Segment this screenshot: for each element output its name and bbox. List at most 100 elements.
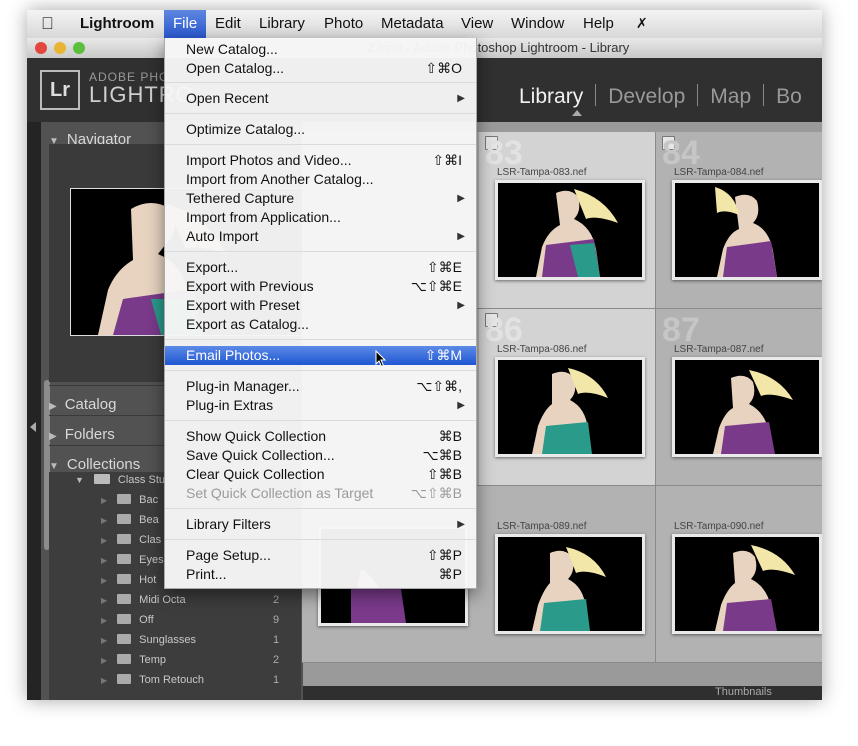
menu-item-import-catalog[interactable]: Import from Another Catalog... bbox=[165, 170, 476, 189]
app-menu[interactable]: Lightroom bbox=[80, 15, 154, 32]
menu-item-optimize-catalog[interactable]: Optimize Catalog... bbox=[165, 120, 476, 139]
collection-item[interactable]: ▶ Midi Octa bbox=[101, 594, 186, 606]
collection-label: Hot bbox=[139, 574, 157, 586]
file-name: LSR-Tampa-084.nef bbox=[674, 167, 764, 178]
grid-cell[interactable]: LSR-Tampa-089.nef bbox=[479, 486, 656, 663]
menu-item-print[interactable]: Print... ⌘P bbox=[165, 565, 476, 584]
menu-library[interactable]: Library bbox=[259, 15, 305, 32]
collection-label: Bac bbox=[139, 494, 159, 506]
collections-label: Collections bbox=[66, 456, 141, 473]
photo-thumbnail bbox=[675, 183, 819, 277]
folders-label: Folders bbox=[64, 426, 115, 443]
menu-item-open-recent[interactable]: Open Recent ▶ bbox=[165, 89, 476, 108]
menu-item-tethered-capture[interactable]: Tethered Capture ▶ bbox=[165, 189, 476, 208]
collection-count: 1 bbox=[273, 634, 280, 646]
menu-item-email-photos[interactable]: Email Photos... ⇧⌘M bbox=[165, 346, 476, 368]
menu-item-auto-import[interactable]: Auto Import ▶ bbox=[165, 227, 476, 246]
collection-set[interactable]: ▼ Class Stu bbox=[75, 474, 165, 486]
file-name: LSR-Tampa-086.nef bbox=[497, 344, 587, 355]
collection-label: Sunglasses bbox=[139, 634, 197, 646]
collections-header[interactable]: ▼ Collections bbox=[49, 456, 140, 473]
collection-icon bbox=[117, 514, 132, 524]
submenu-arrow-icon: ▶ bbox=[457, 519, 465, 530]
collection-item[interactable]: ▶ Eyes bbox=[101, 554, 164, 566]
script-icon[interactable]: ✗ bbox=[636, 15, 648, 32]
menu-item-save-quick-collection[interactable]: Save Quick Collection... ⌥⌘B bbox=[165, 446, 476, 465]
collapse-top-panel-icon[interactable] bbox=[572, 110, 582, 116]
collection-item[interactable]: ▶ Clas bbox=[101, 534, 161, 546]
photo-thumbnail bbox=[675, 537, 819, 631]
menu-item-export[interactable]: Export... ⇧⌘E bbox=[165, 258, 476, 277]
menu-item-plugin-manager[interactable]: Plug-in Manager... ⌥⇧⌘, bbox=[165, 377, 476, 396]
collection-item[interactable]: ▶ Temp bbox=[101, 654, 166, 666]
collection-icon bbox=[117, 654, 132, 664]
menu-window[interactable]: Window bbox=[511, 15, 564, 32]
photo-thumbnail bbox=[498, 537, 642, 631]
module-book[interactable]: Bo bbox=[776, 85, 802, 109]
menu-item-import-photos[interactable]: Import Photos and Video... ⇧⌘I bbox=[165, 151, 476, 170]
collection-icon bbox=[117, 574, 132, 584]
collection-label: Midi Octa bbox=[139, 594, 186, 606]
module-library[interactable]: Library bbox=[519, 85, 583, 109]
menu-photo[interactable]: Photo bbox=[324, 15, 363, 32]
submenu-arrow-icon: ▶ bbox=[457, 231, 465, 242]
collection-item[interactable]: ▶ Hot bbox=[101, 574, 156, 586]
collection-icon bbox=[117, 614, 132, 624]
grid-cell[interactable]: 86 LSR-Tampa-086.nef bbox=[479, 309, 656, 486]
menu-item-new-catalog[interactable]: New Catalog... bbox=[165, 40, 476, 59]
module-map[interactable]: Map bbox=[710, 85, 751, 109]
zoom-icon[interactable] bbox=[73, 42, 85, 54]
menu-item-export-previous[interactable]: Export with Previous ⌥⇧⌘E bbox=[165, 277, 476, 296]
catalog-header[interactable]: ▶ Catalog bbox=[49, 396, 116, 413]
collection-item[interactable]: ▶ Sunglasses bbox=[101, 634, 196, 646]
grid-cell[interactable]: 84 LSR-Tampa-084.nef bbox=[656, 132, 822, 309]
collection-count: 2 bbox=[273, 594, 280, 606]
thumbnail[interactable] bbox=[495, 180, 645, 280]
folders-header[interactable]: ▶ Folders bbox=[49, 426, 115, 443]
menu-item-export-catalog[interactable]: Export as Catalog... bbox=[165, 315, 476, 334]
grid-cell[interactable]: 83 LSR-Tampa-083.nef bbox=[479, 132, 656, 309]
submenu-arrow-icon: ▶ bbox=[457, 93, 465, 104]
collection-item[interactable]: ▶ Off bbox=[101, 614, 154, 626]
submenu-arrow-icon: ▶ bbox=[457, 193, 465, 204]
mouse-pointer-icon bbox=[375, 350, 387, 368]
thumbnail[interactable] bbox=[495, 357, 645, 457]
menu-item-library-filters[interactable]: Library Filters ▶ bbox=[165, 515, 476, 534]
grid-cell[interactable]: LSR-Tampa-090.nef bbox=[656, 486, 822, 663]
submenu-arrow-icon: ▶ bbox=[457, 300, 465, 311]
thumbnail[interactable] bbox=[672, 180, 822, 280]
triangle-right-icon: ▶ bbox=[49, 431, 57, 442]
triangle-down-icon: ▼ bbox=[49, 461, 59, 472]
menu-view[interactable]: View bbox=[461, 15, 493, 32]
thumbnail[interactable] bbox=[672, 357, 822, 457]
triangle-right-icon: ▶ bbox=[49, 401, 57, 412]
collection-item[interactable]: ▶ Bea bbox=[101, 514, 159, 526]
menu-edit[interactable]: Edit bbox=[215, 15, 241, 32]
collection-icon bbox=[117, 674, 132, 684]
grid-cell[interactable]: 87 LSR-Tampa-087.nef bbox=[656, 309, 822, 486]
menu-file[interactable]: File bbox=[164, 10, 207, 38]
menu-metadata[interactable]: Metadata bbox=[381, 15, 444, 32]
menu-item-open-catalog[interactable]: Open Catalog... ⇧⌘O bbox=[165, 59, 476, 78]
menu-item-page-setup[interactable]: Page Setup... ⇧⌘P bbox=[165, 546, 476, 565]
minimize-icon[interactable] bbox=[54, 42, 66, 54]
catalog-label: Catalog bbox=[64, 396, 117, 413]
collection-count: 1 bbox=[273, 674, 280, 686]
thumbnail[interactable] bbox=[495, 534, 645, 634]
menu-item-import-application[interactable]: Import from Application... bbox=[165, 208, 476, 227]
collection-item[interactable]: ▶ Tom Retouch bbox=[101, 674, 204, 686]
submenu-arrow-icon: ▶ bbox=[457, 400, 465, 411]
module-develop[interactable]: Develop bbox=[608, 85, 685, 109]
thumbnail[interactable] bbox=[672, 534, 822, 634]
close-icon[interactable] bbox=[35, 42, 47, 54]
file-name: LSR-Tampa-090.nef bbox=[674, 521, 764, 532]
menu-item-show-quick-collection[interactable]: Show Quick Collection ⌘B bbox=[165, 427, 476, 446]
apple-icon[interactable]:  bbox=[41, 14, 54, 34]
left-panel-edge[interactable] bbox=[27, 122, 41, 700]
menu-help[interactable]: Help bbox=[583, 15, 614, 32]
menu-item-export-preset[interactable]: Export with Preset ▶ bbox=[165, 296, 476, 315]
collection-item[interactable]: ▶ Bac bbox=[101, 494, 158, 506]
menu-item-clear-quick-collection[interactable]: Clear Quick Collection ⇧⌘B bbox=[165, 465, 476, 484]
collapse-left-panel-icon[interactable] bbox=[30, 422, 36, 432]
menu-item-plugin-extras[interactable]: Plug-in Extras ▶ bbox=[165, 396, 476, 415]
